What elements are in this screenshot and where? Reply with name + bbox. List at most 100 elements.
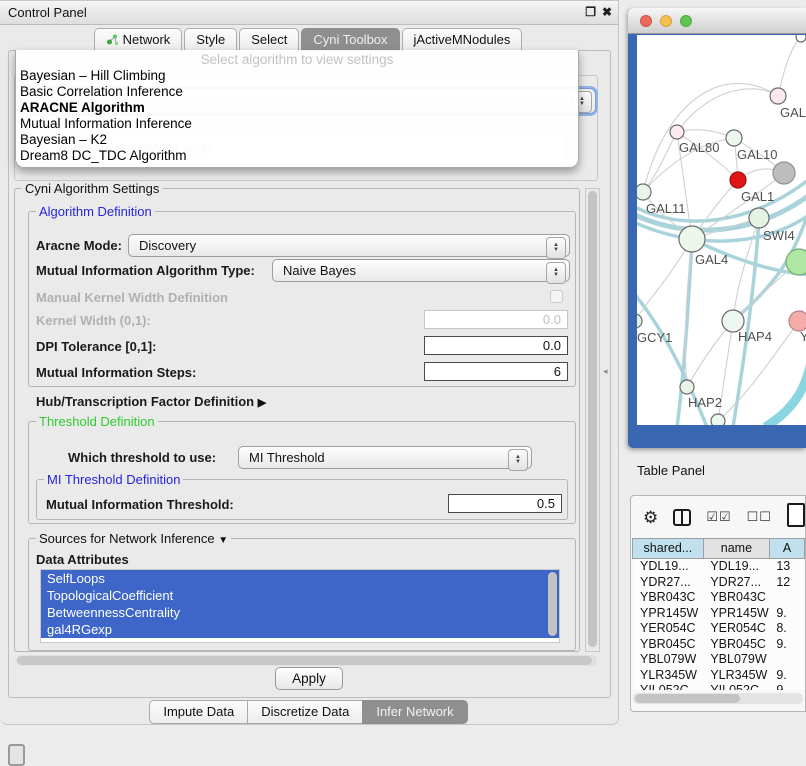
dropdown-item-list: Bayesian – Hill ClimbingBasic Correlatio… [16,68,578,164]
network-node-gal[interactable] [770,88,786,104]
table-row[interactable]: YIL052CYIL052C9. [633,683,805,690]
sources-group-title[interactable]: Sources for Network Inference ▼ [36,531,231,546]
table-panel-title: Table Panel [637,463,705,478]
column-header-shared[interactable]: shared... [632,538,704,559]
tab-label: Network [123,32,171,47]
mi-type-combobox[interactable]: Naive Bayes ▲▼ [272,259,570,282]
dropdown-item-basic-correlation-inference[interactable]: Basic Correlation Inference [16,84,578,100]
control-panel: Control Panel ❐ ✖ Network Style Select Cyni… [0,0,619,725]
tab-cyni-toolbox[interactable]: Cyni Toolbox [301,28,399,51]
dropdown-item-dream8-dc-tdc-algorithm[interactable]: Dream8 DC_TDC Algorithm [16,148,578,164]
mi-steps-field[interactable]: 6 [424,362,568,381]
manual-kernel-checkbox[interactable] [550,290,563,303]
minimized-panel-icon[interactable] [8,744,25,766]
table-row[interactable]: YPR145WYPR145W9. [633,606,805,622]
scrollbar-thumb[interactable] [588,191,597,647]
dropdown-item-bayesian-k2[interactable]: Bayesian – K2 [16,132,578,148]
dropdown-item-aracne-algorithm[interactable]: ARACNE Algorithm [16,100,578,116]
collapse-down-icon: ▼ [218,535,228,546]
close-window-icon[interactable] [640,15,652,27]
network-node[interactable] [796,35,806,42]
which-threshold-combobox[interactable]: MI Threshold ▲▼ [238,446,532,469]
network-node-gal11[interactable] [637,184,651,200]
table-row[interactable]: YER054CYER054C8. [633,621,805,637]
splitter-collapse-icon[interactable]: ◂ [603,366,608,377]
table-row[interactable]: YDL19...YDL19...13 [633,559,805,575]
node-label-gal1: GAL1 [741,189,774,204]
list-item-topologicalcoefficient[interactable]: TopologicalCoefficient [41,587,559,604]
network-node[interactable] [786,249,806,275]
column-header-a[interactable]: A [769,538,805,559]
combo-stepper-icon[interactable]: ▲▼ [546,237,566,259]
table-cell: YER054C [633,621,703,637]
apply-button[interactable]: Apply [275,667,343,690]
network-node[interactable] [773,162,795,184]
settings-gear-icon[interactable]: ⚙ [643,509,658,526]
minimize-window-icon[interactable] [660,15,672,27]
network-node-y[interactable] [789,311,806,331]
tab-jactivemnodules[interactable]: jActiveMNodules [402,28,523,51]
zoom-window-icon[interactable] [680,15,692,27]
settings-vertical-scrollbar[interactable] [585,188,600,652]
table-row[interactable]: YDR27...YDR27...12 [633,575,805,591]
tab-label: Select [251,32,287,47]
tab-impute-data[interactable]: Impute Data [149,700,248,724]
network-window-titlebar[interactable] [628,8,806,34]
network-canvas[interactable]: GALGAL80GAL10GAL1GAL11SWI4GAL4GCY1HAP4YH… [637,35,806,425]
tab-discretize-data[interactable]: Discretize Data [247,700,363,724]
dropdown-item-mutual-information-inference[interactable]: Mutual Information Inference [16,116,578,132]
combo-stepper-icon[interactable]: ▲▼ [508,449,528,471]
tab-select[interactable]: Select [239,28,299,51]
network-node-hap2[interactable] [680,380,694,394]
aracne-mode-combobox[interactable]: Discovery ▲▼ [128,234,570,257]
dropdown-item-bayesian-hill-climbing[interactable]: Bayesian – Hill Climbing [16,68,578,84]
combo-stepper-icon[interactable]: ▲▼ [546,262,566,284]
table-cell: 9. [769,637,805,653]
network-node-gal80[interactable] [670,125,684,139]
table-cell: YBL079W [633,652,703,668]
network-node-gal1[interactable] [730,172,746,188]
tab-network[interactable]: Network [94,28,183,51]
tab-infer-network[interactable]: Infer Network [362,700,467,724]
hub-definition-toggle[interactable]: Hub/Transcription Factor Definition ▶ [36,394,266,409]
list-item-betweennesscentrality[interactable]: BetweennessCentrality [41,604,559,621]
table-cell: YBR043C [703,590,769,606]
list-scrollbar-thumb[interactable] [548,572,557,636]
network-node-swi4[interactable] [749,208,769,228]
close-panel-icon[interactable]: ✖ [602,5,612,19]
network-node-gal4[interactable] [679,226,705,252]
dropdown-placeholder: Select algorithm to view settings [16,51,578,68]
unchecked-pair-icon[interactable]: ☐☐ [747,509,772,525]
float-panel-icon[interactable]: ❐ [585,5,596,19]
table-row[interactable]: YBL079WYBL079W [633,652,805,668]
network-view-window[interactable]: GALGAL80GAL10GAL1GAL11SWI4GAL4GCY1HAP4YH… [628,8,806,448]
node-label-swi4: SWI4 [763,228,795,243]
table-row[interactable]: YBR045CYBR045C9. [633,637,805,653]
mi-threshold-field[interactable]: 0.5 [448,494,562,513]
kernel-width-field[interactable]: 0.0 [424,310,568,329]
data-attributes-list[interactable]: SelfLoopsTopologicalCoefficientBetweenne… [40,569,560,643]
control-panel-title: Control Panel [8,1,87,24]
table-row[interactable]: YLR345WYLR345W9. [633,668,805,684]
table-panel: ⚙ ☑☑ ☐☐ shared...nameA YDL19...YDL19...1… [630,495,806,712]
list-item-selfloops[interactable]: SelfLoops [41,570,559,587]
checked-pair-icon[interactable]: ☑☑ [706,509,731,525]
split-view-icon[interactable] [673,509,691,526]
table-cell: 13 [769,559,805,575]
table-toolbar: ⚙ ☑☑ ☐☐ [631,502,805,532]
dpi-tolerance-field[interactable]: 0.0 [424,336,568,355]
settings-horizontal-scrollbar[interactable] [16,655,597,666]
tab-style[interactable]: Style [184,28,237,51]
scrollbar-thumb[interactable] [635,694,740,703]
network-node-gcy1[interactable] [637,314,642,328]
network-node[interactable] [711,414,725,425]
table-horizontal-scrollbar[interactable] [633,693,803,704]
scrollbar-thumb[interactable] [17,656,592,665]
network-node-gal10[interactable] [726,130,742,146]
table-cell: YDL19... [633,559,703,575]
list-item-gal4rgexp[interactable]: gal4RGexp [41,621,559,638]
table-row[interactable]: YBR043CYBR043C [633,590,805,606]
document-icon[interactable] [787,503,805,527]
which-threshold-label: Which threshold to use: [68,450,216,465]
column-header-name[interactable]: name [703,538,770,559]
